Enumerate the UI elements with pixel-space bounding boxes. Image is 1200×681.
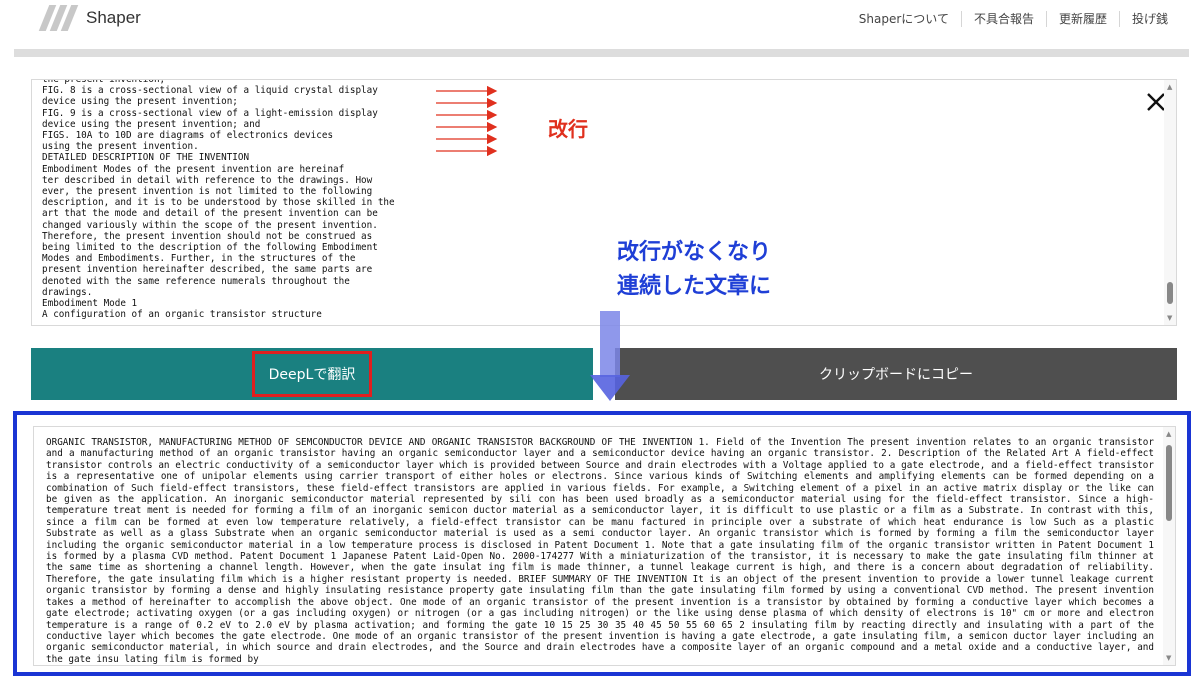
nav-donate[interactable]: 投げ銭 bbox=[1118, 11, 1180, 27]
logo-mark-icon bbox=[38, 5, 79, 31]
down-arrow-icon bbox=[590, 311, 630, 401]
line-break-arrows bbox=[436, 86, 498, 157]
nav-changelog[interactable]: 更新履歴 bbox=[1045, 11, 1119, 27]
output-highlight-frame: ORGANIC TRANSISTOR, MANUFACTURING METHOD… bbox=[13, 411, 1191, 676]
output-scrollbar[interactable]: ▲ ▼ bbox=[1163, 427, 1175, 665]
annotation-result-line1: 改行がなくなり bbox=[617, 240, 772, 265]
copy-to-clipboard-button[interactable]: クリップボードにコピー bbox=[615, 348, 1177, 400]
header-divider bbox=[14, 49, 1189, 57]
annotation-result: 改行がなくなり 連続した文章に bbox=[617, 236, 771, 304]
annotation-line-break: 改行 bbox=[548, 117, 588, 141]
nav-bug-report[interactable]: 不具合報告 bbox=[960, 11, 1046, 27]
nav-about[interactable]: Shaperについて bbox=[847, 11, 961, 27]
annotation-result-line2: 連続した文章に bbox=[617, 274, 772, 299]
scroll-up-icon[interactable]: ▲ bbox=[1167, 83, 1172, 91]
top-nav: Shaperについて 不具合報告 更新履歴 投げ銭 bbox=[847, 11, 1180, 27]
scroll-down-icon[interactable]: ▼ bbox=[1167, 314, 1172, 322]
deepl-translate-label: DeepLで翻訳 bbox=[251, 351, 373, 397]
source-text: the present invention; FIG. 8 is a cross… bbox=[42, 79, 395, 321]
logo-text: Shaper bbox=[86, 8, 141, 27]
app-logo[interactable]: Shaper bbox=[38, 4, 141, 32]
deepl-translate-button[interactable]: DeepLで翻訳 bbox=[31, 348, 593, 400]
scroll-down-icon[interactable]: ▼ bbox=[1166, 654, 1171, 662]
output-textarea[interactable]: ORGANIC TRANSISTOR, MANUFACTURING METHOD… bbox=[33, 426, 1176, 666]
scrollbar-thumb[interactable] bbox=[1167, 282, 1173, 304]
scrollbar-thumb[interactable] bbox=[1166, 445, 1172, 521]
source-textarea[interactable]: the present invention; FIG. 8 is a cross… bbox=[31, 79, 1177, 326]
app-header: Shaper Shaperについて 不具合報告 更新履歴 投げ銭 bbox=[0, 0, 1200, 40]
output-text: ORGANIC TRANSISTOR, MANUFACTURING METHOD… bbox=[46, 437, 1154, 665]
source-scrollbar[interactable]: ▲ ▼ bbox=[1164, 80, 1176, 325]
scroll-up-icon[interactable]: ▲ bbox=[1166, 430, 1171, 438]
